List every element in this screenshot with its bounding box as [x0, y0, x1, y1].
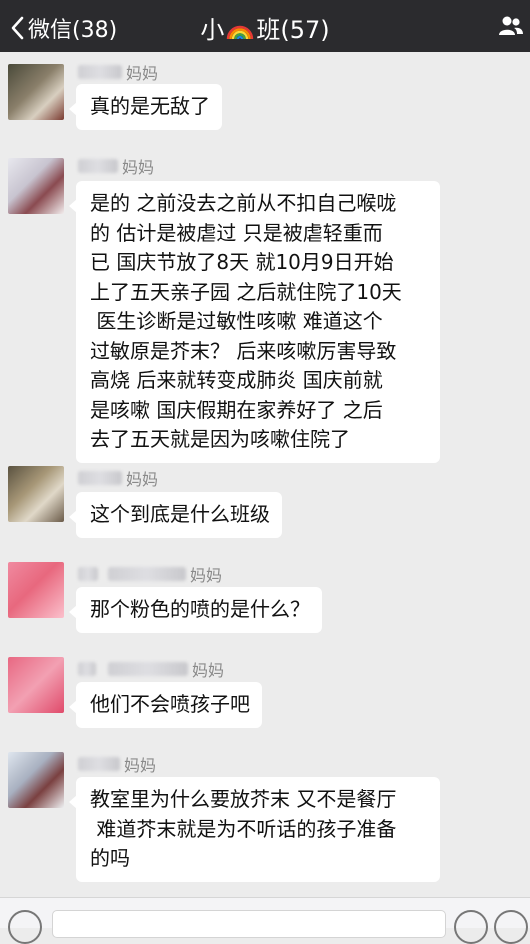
voice-button[interactable] [8, 910, 42, 944]
blurred-name [78, 159, 118, 173]
avatar[interactable] [8, 466, 64, 522]
message-bubble[interactable]: 真的是无敌了 [69, 84, 222, 130]
input-bar [0, 897, 530, 944]
rainbow-icon [227, 25, 254, 40]
group-info-button[interactable] [498, 15, 524, 41]
emoji-button[interactable] [454, 910, 488, 944]
title-suffix: 班(57) [256, 16, 330, 44]
blurred-name [78, 567, 98, 581]
nav-bar: 微信(38) 小 班(57) [0, 0, 530, 52]
avatar[interactable] [8, 64, 64, 120]
avatar[interactable] [8, 657, 64, 713]
avatar[interactable] [8, 158, 64, 214]
avatar[interactable] [8, 752, 64, 808]
blurred-name [78, 65, 122, 79]
blurred-name [78, 471, 122, 485]
chat-area[interactable]: 妈妈 真的是无敌了 妈妈 是的 之前没去之前从不扣自己喉咙 的 估计是被虐过 只… [0, 52, 530, 897]
sender-name: 妈妈 [78, 657, 224, 681]
message-bubble[interactable]: 他们不会喷孩子吧 [69, 682, 262, 728]
title-prefix: 小 [200, 16, 225, 44]
chat-title: 小 班(57) [0, 10, 530, 45]
avatar[interactable] [8, 562, 64, 618]
blurred-name [108, 662, 188, 676]
sender-name: 妈妈 [78, 562, 222, 586]
message-bubble[interactable]: 那个粉色的喷的是什么？ [69, 587, 322, 633]
blurred-name [78, 662, 96, 676]
message-input[interactable] [52, 910, 446, 938]
message-bubble[interactable]: 是的 之前没去之前从不扣自己喉咙 的 估计是被虐过 只是被虐轻重而 已 国庆节放… [69, 181, 440, 463]
sender-name: 妈妈 [78, 154, 154, 178]
message-bubble[interactable]: 这个到底是什么班级 [69, 492, 282, 538]
people-icon [499, 16, 523, 35]
sender-name: 妈妈 [78, 752, 156, 776]
blurred-name [108, 567, 186, 581]
add-button[interactable] [494, 910, 528, 944]
sender-name: 妈妈 [78, 60, 158, 84]
message-bubble[interactable]: 教室里为什么要放芥末 又不是餐厅 难道芥末就是为不听话的孩子准备 的吗 [69, 777, 440, 882]
sender-name: 妈妈 [78, 466, 158, 490]
blurred-name [78, 757, 120, 771]
